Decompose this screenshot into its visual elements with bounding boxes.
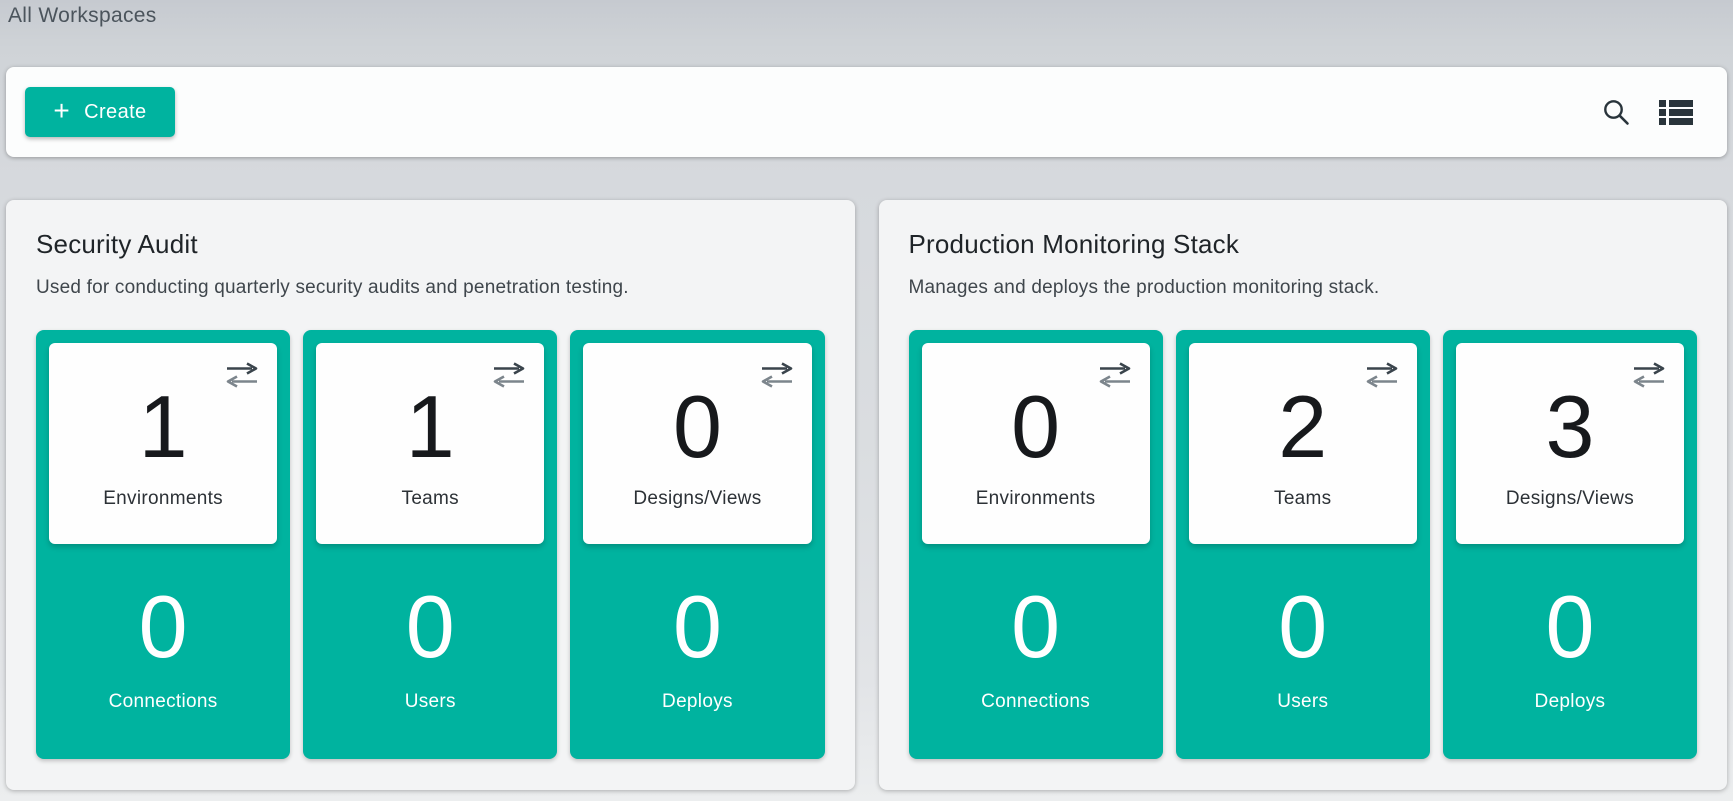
workspace-description: Used for conducting quarterly security a…	[36, 276, 825, 300]
tile-row: 1 Environments 0 Connections 1 Teams 0 U…	[36, 330, 825, 759]
stat-label: Environments	[976, 488, 1096, 510]
stat-value: 1	[406, 383, 455, 471]
transfer-arrows-icon[interactable]	[1098, 362, 1132, 393]
toolbar: + Create	[6, 67, 1727, 157]
stat-value: 0	[406, 583, 455, 671]
stat-value: 0	[1278, 583, 1327, 671]
stat-tile-bottom[interactable]: 0 Users	[1176, 544, 1430, 759]
stat-label: Environments	[103, 488, 223, 510]
stat-tile-bottom[interactable]: 0 Users	[303, 544, 557, 759]
toolbar-icon-group	[1601, 97, 1693, 127]
workspace-card: Security Audit Used for conducting quart…	[6, 200, 855, 790]
workspace-stat-tile[interactable]: 0 Designs/Views 0 Deploys	[570, 330, 824, 759]
transfer-arrows-icon[interactable]	[1632, 362, 1666, 393]
stat-value: 0	[1011, 583, 1060, 671]
workspaces-page: All Workspaces + Create	[0, 0, 1733, 801]
transfer-arrows-icon[interactable]	[1365, 362, 1399, 393]
transfer-arrows-icon[interactable]	[225, 362, 259, 393]
stat-label: Designs/Views	[1506, 488, 1634, 510]
workspace-name: Production Monitoring Stack	[909, 228, 1698, 260]
stat-value: 0	[673, 383, 722, 471]
transfer-arrows-icon[interactable]	[492, 362, 526, 393]
stat-tile-top[interactable]: 0 Designs/Views	[583, 343, 811, 544]
create-workspace-button[interactable]: + Create	[25, 87, 175, 137]
stat-label: Deploys	[662, 691, 733, 713]
workspace-stat-tile[interactable]: 1 Teams 0 Users	[303, 330, 557, 759]
stat-tile-bottom[interactable]: 0 Deploys	[1443, 544, 1697, 759]
workspace-description: Manages and deploys the production monit…	[909, 276, 1698, 300]
stat-label: Connections	[109, 691, 218, 713]
page-title: All Workspaces	[6, 2, 1727, 28]
stat-label: Teams	[1274, 488, 1331, 510]
stat-label: Users	[405, 691, 456, 713]
stat-value: 2	[1278, 383, 1327, 471]
transfer-arrows-icon[interactable]	[760, 362, 794, 393]
stat-tile-bottom[interactable]: 0 Connections	[36, 544, 290, 759]
stat-tile-top[interactable]: 0 Environments	[922, 343, 1150, 544]
search-icon[interactable]	[1601, 97, 1631, 127]
workspace-card: Production Monitoring Stack Manages and …	[879, 200, 1728, 790]
workspace-grid: Security Audit Used for conducting quart…	[6, 200, 1727, 790]
workspace-stat-tile[interactable]: 1 Environments 0 Connections	[36, 330, 290, 759]
tile-row: 0 Environments 0 Connections 2 Teams 0 U…	[909, 330, 1698, 759]
plus-icon: +	[53, 97, 70, 125]
stat-label: Teams	[402, 488, 459, 510]
stat-label: Deploys	[1535, 691, 1606, 713]
stat-value: 1	[139, 383, 188, 471]
stat-value: 0	[139, 583, 188, 671]
stat-value: 0	[1545, 583, 1594, 671]
stat-label: Designs/Views	[633, 488, 761, 510]
stat-label: Connections	[981, 691, 1090, 713]
stat-tile-bottom[interactable]: 0 Connections	[909, 544, 1163, 759]
stat-label: Users	[1277, 691, 1328, 713]
stat-tile-top[interactable]: 3 Designs/Views	[1456, 343, 1684, 544]
stat-value: 0	[673, 583, 722, 671]
stat-tile-bottom[interactable]: 0 Deploys	[570, 544, 824, 759]
stat-tile-top[interactable]: 1 Teams	[316, 343, 544, 544]
create-button-label: Create	[84, 101, 146, 124]
stat-tile-top[interactable]: 2 Teams	[1189, 343, 1417, 544]
workspace-stat-tile[interactable]: 3 Designs/Views 0 Deploys	[1443, 330, 1697, 759]
workspace-stat-tile[interactable]: 0 Environments 0 Connections	[909, 330, 1163, 759]
workspace-stat-tile[interactable]: 2 Teams 0 Users	[1176, 330, 1430, 759]
stat-value: 0	[1011, 383, 1060, 471]
stat-tile-top[interactable]: 1 Environments	[49, 343, 277, 544]
view-list-icon[interactable]	[1659, 99, 1693, 126]
workspace-name: Security Audit	[36, 228, 825, 260]
stat-value: 3	[1545, 383, 1594, 471]
